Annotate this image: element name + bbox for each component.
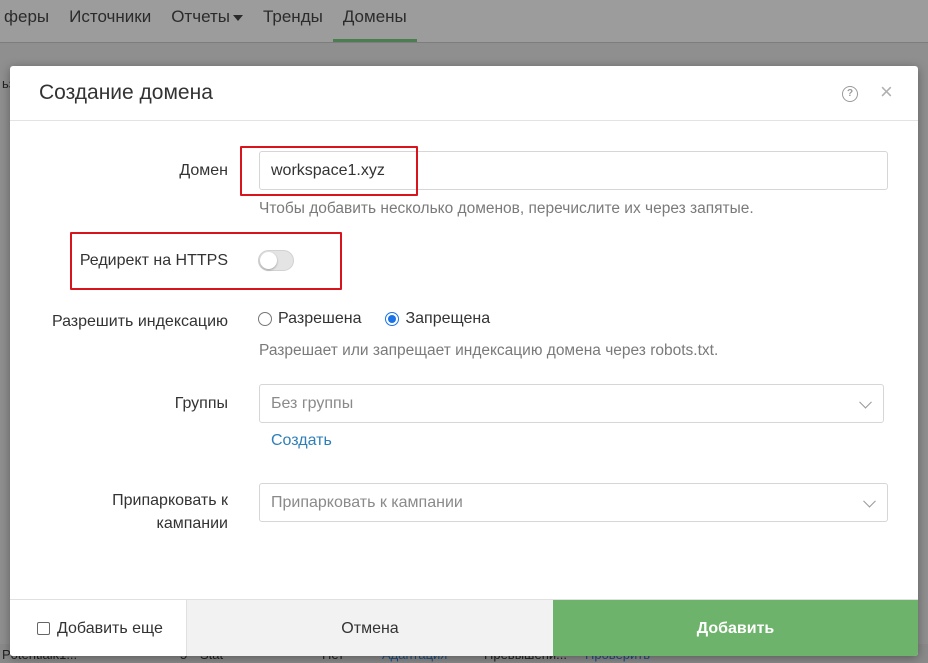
radio-button[interactable] xyxy=(258,312,272,326)
indexing-label: Разрешить индексацию xyxy=(51,313,228,330)
redirect-https-label: Редирект на HTTPS xyxy=(79,252,228,269)
park-label: Припарковать к кампании xyxy=(70,492,228,533)
create-domain-modal: Создание домена ? × Домен Чтобы добавить… xyxy=(10,66,918,656)
nav-item-spheres[interactable]: феры xyxy=(0,0,59,42)
nav-divider xyxy=(0,42,928,43)
question-circle-icon[interactable]: ? xyxy=(842,86,858,102)
cancel-button[interactable]: Отмена xyxy=(187,600,553,656)
modal-footer: Добавить еще Отмена Добавить xyxy=(10,599,918,656)
close-icon[interactable]: × xyxy=(880,81,893,103)
indexing-hint: Разрешает или запрещает индексацию домен… xyxy=(259,342,719,359)
redirect-https-toggle[interactable] xyxy=(258,250,294,271)
groups-select-placeholder: Без группы xyxy=(271,394,354,412)
groups-label: Группы xyxy=(174,395,228,412)
domain-hint: Чтобы добавить несколько доменов, перечи… xyxy=(259,200,754,217)
caret-down-icon xyxy=(232,14,243,21)
domain-input[interactable] xyxy=(259,151,888,190)
nav-item-sources[interactable]: Источники xyxy=(59,0,161,42)
add-more-checkbox-area[interactable]: Добавить еще xyxy=(10,600,187,656)
indexing-option-label: Разрешена xyxy=(278,310,362,327)
nav-item-trends[interactable]: Тренды xyxy=(253,0,333,42)
create-group-link[interactable]: Создать xyxy=(271,432,332,450)
park-select-placeholder: Припарковать к кампании xyxy=(271,493,463,511)
indexing-option-denied[interactable]: Запрещена xyxy=(385,310,490,328)
nav-item-domains[interactable]: Домены xyxy=(332,0,417,42)
indexing-option-allowed[interactable]: Разрешена xyxy=(258,310,361,328)
indexing-option-label: Запрещена xyxy=(405,310,491,327)
add-button[interactable]: Добавить xyxy=(553,600,918,656)
park-label-line2: кампании xyxy=(156,515,228,532)
indexing-radio-group: Разрешена Запрещена xyxy=(258,310,514,328)
top-navigation: феры Источники Отчеты Тренды Домены xyxy=(0,0,928,42)
park-campaign-select[interactable]: Припарковать к кампании xyxy=(259,483,888,522)
modal-title: Создание домена xyxy=(39,81,213,104)
radio-button[interactable] xyxy=(385,312,400,326)
nav-item-reports-label: Отчеты xyxy=(171,7,230,26)
add-more-checkbox[interactable] xyxy=(37,622,50,635)
modal-header: Создание домена ? × xyxy=(10,66,918,121)
chevron-down-icon xyxy=(863,494,876,508)
chevron-down-icon xyxy=(859,395,872,409)
toggle-knob xyxy=(260,252,277,269)
groups-select[interactable]: Без группы xyxy=(259,384,884,423)
park-label-line1: Припарковать к xyxy=(112,492,228,509)
domain-label: Домен xyxy=(179,162,228,179)
nav-item-reports[interactable]: Отчеты xyxy=(161,0,253,42)
add-more-label: Добавить еще xyxy=(57,619,163,637)
